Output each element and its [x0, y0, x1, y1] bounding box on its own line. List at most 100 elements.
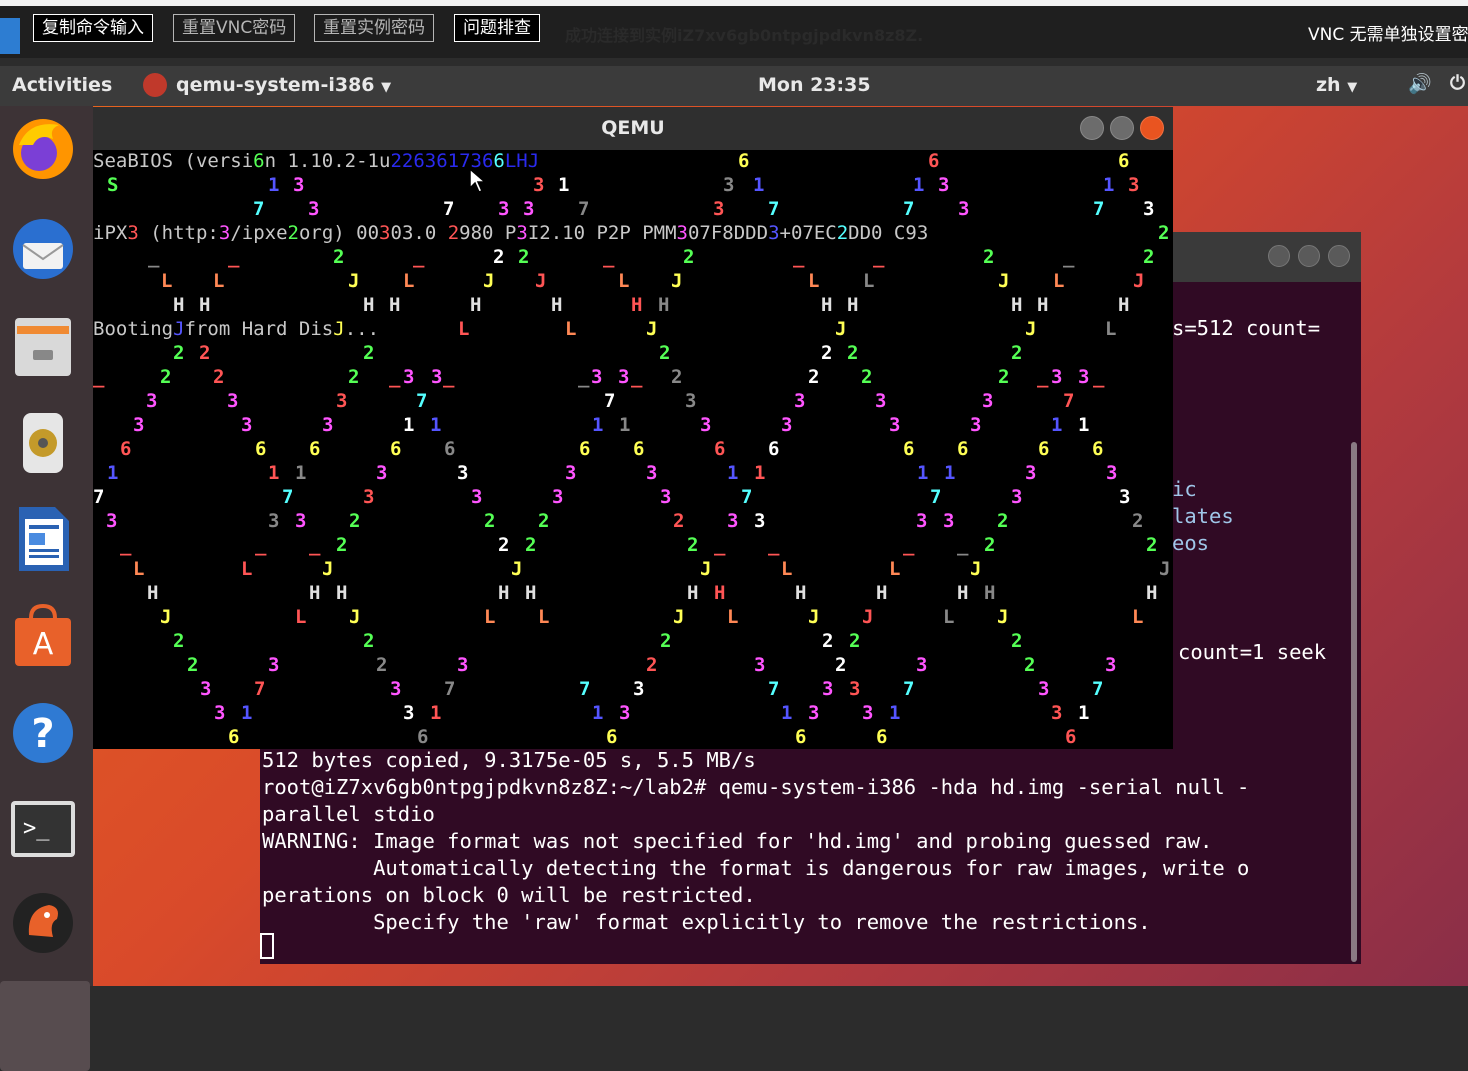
minimize-icon[interactable] — [1080, 116, 1104, 140]
boot-glyph: L — [618, 270, 630, 292]
terminal-line: WARNING: Image format was not specified … — [262, 829, 1213, 853]
boot-glyph: 2 — [349, 510, 361, 532]
terminal-scrollbar[interactable] — [1351, 442, 1357, 962]
boot-glyph: J — [671, 270, 683, 292]
boot-glyph: 6 — [120, 438, 132, 460]
boot-glyph: 3 — [471, 486, 483, 508]
boot-glyph: J — [970, 558, 982, 580]
boot-glyph: 7 — [578, 198, 590, 220]
boot-glyph: 3 — [403, 366, 415, 388]
booting-line: BootingJfrom Hard DisJ... — [93, 318, 380, 340]
boot-glyph: 7 — [93, 486, 105, 508]
boot-glyph: 3 — [982, 390, 994, 412]
minimize-icon[interactable] — [1268, 245, 1290, 267]
boot-glyph: 1 — [268, 174, 280, 196]
boot-glyph: H — [309, 582, 321, 604]
qemu-titlebar[interactable]: QEMU — [93, 107, 1173, 150]
volume-icon[interactable]: 🔊 — [1408, 72, 1432, 95]
boot-glyph: 3 — [1143, 198, 1155, 220]
input-method-menu[interactable]: zh ▼ — [1316, 74, 1357, 96]
boot-glyph: 3 — [214, 702, 226, 724]
boot-glyph: 2 — [683, 246, 695, 268]
close-icon[interactable] — [1328, 245, 1350, 267]
boot-glyph: 2 — [173, 630, 185, 652]
power-icon[interactable]: ⏻ — [1450, 72, 1465, 94]
reset-instance-password-button[interactable]: 重置实例密码 — [314, 14, 434, 42]
boot-glyph: 7 — [254, 678, 266, 700]
boot-glyph: 6 — [255, 438, 267, 460]
copy-command-button[interactable]: 复制命令输入 — [33, 14, 153, 42]
maximize-icon[interactable] — [1110, 116, 1134, 140]
boot-glyph: 3 — [200, 678, 212, 700]
rhythmbox-icon[interactable] — [8, 408, 78, 478]
terminal-line: 512 bytes copied, 9.3175e-05 s, 5.5 MB/s — [262, 748, 756, 772]
boot-glyph: 7 — [604, 390, 616, 412]
boot-glyph: 7 — [768, 198, 780, 220]
boot-glyph: L — [295, 606, 307, 628]
boot-glyph: 2 — [484, 510, 496, 532]
boot-glyph: 3 — [268, 510, 280, 532]
boot-glyph: 2 — [348, 366, 360, 388]
troubleshoot-button[interactable]: 问题排查 — [454, 14, 540, 42]
reset-vnc-password-button[interactable]: 重置VNC密码 — [173, 14, 296, 42]
boot-glyph: 3 — [938, 174, 950, 196]
boot-glyph: 3 — [268, 654, 280, 676]
boot-glyph: 3 — [376, 462, 388, 484]
boot-glyph: 2 — [160, 366, 172, 388]
boot-glyph: 6 — [714, 438, 726, 460]
svg-text:?: ? — [31, 711, 54, 757]
boot-glyph: L — [133, 558, 145, 580]
boot-glyph: 6 — [579, 438, 591, 460]
boot-glyph: 6 — [928, 150, 940, 172]
boot-glyph: 7 — [903, 198, 915, 220]
boot-glyph: 3 — [308, 198, 320, 220]
boot-glyph: 3 — [457, 462, 469, 484]
boot-glyph: 2 — [673, 510, 685, 532]
boot-glyph: 6 — [228, 726, 240, 748]
boot-glyph: 2 — [363, 342, 375, 364]
files-icon[interactable] — [8, 311, 78, 381]
terminal-line: s=512 count= — [1172, 316, 1321, 340]
boot-glyph: 6 — [1118, 150, 1130, 172]
thunderbird-icon[interactable] — [8, 214, 78, 284]
bios-text: 07F8DDD — [687, 222, 769, 244]
boot-glyph: J — [998, 270, 1010, 292]
boot-glyph: 3 — [723, 174, 735, 196]
activities-button[interactable]: Activities — [12, 74, 112, 96]
boot-glyph: J — [862, 606, 874, 628]
close-icon[interactable] — [1140, 116, 1164, 140]
boot-glyph: 3 — [552, 486, 564, 508]
terminal-line: eos — [1172, 531, 1210, 555]
boot-glyph: J — [1133, 270, 1145, 292]
firefox-icon[interactable] — [8, 114, 78, 184]
software-center-icon[interactable]: A — [8, 601, 78, 671]
bios-text: /ipxe — [230, 222, 288, 244]
boot-glyph: L — [213, 270, 225, 292]
boot-glyph: 7 — [1063, 390, 1075, 412]
boot-glyph: 2 — [187, 654, 199, 676]
boot-glyph: H — [714, 582, 726, 604]
bios-text: +07EC — [779, 222, 837, 244]
boot-glyph: 6 — [390, 438, 402, 460]
qemu-display[interactable]: SeaBIOS (versi6n 1.10.2-1u2263617366LHJ … — [93, 150, 1173, 749]
qemu-icon[interactable] — [8, 888, 78, 958]
boot-glyph: 3 — [822, 678, 834, 700]
boot-glyph: 1 — [619, 414, 631, 436]
boot-glyph: 3 — [916, 510, 928, 532]
help-icon[interactable]: ? — [8, 698, 78, 768]
chevron-down-icon: ▼ — [381, 80, 392, 95]
boot-glyph: H — [173, 294, 185, 316]
bios-text: org) 00 — [298, 222, 380, 244]
boot-glyph: 3 — [363, 486, 375, 508]
boot-glyph: 2 — [336, 534, 348, 556]
boot-glyph: L — [1105, 318, 1117, 340]
vnc-sidebar-toggle[interactable] — [0, 18, 20, 54]
libreoffice-writer-icon[interactable] — [8, 504, 78, 574]
app-menu[interactable]: qemu-system-i386 ▼ — [176, 74, 391, 96]
terminal-icon[interactable]: >_ — [8, 794, 78, 864]
boot-glyph: _ — [957, 534, 969, 556]
maximize-icon[interactable] — [1298, 245, 1320, 267]
qemu-window[interactable]: QEMU SeaBIOS (versi6n 1.10.2-1u226361736… — [93, 107, 1173, 749]
clock[interactable]: Mon 23:35 — [758, 74, 871, 96]
boot-glyph: H — [984, 582, 996, 604]
